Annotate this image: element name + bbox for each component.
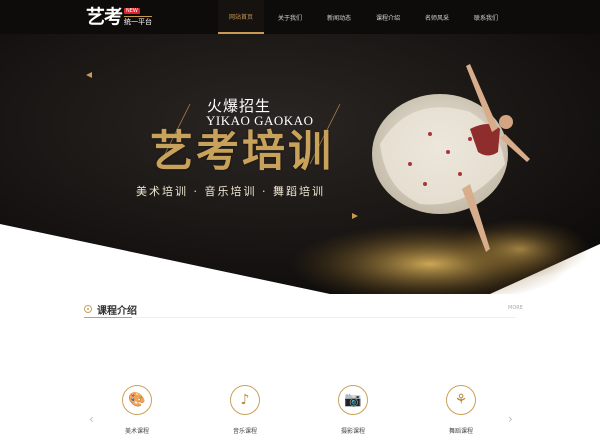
music-note-icon: ♪ bbox=[230, 385, 260, 415]
hero-subjects: 美术培训 · 音乐培训 · 舞蹈培训 bbox=[136, 185, 325, 198]
nav-item-news[interactable]: 新闻动态 bbox=[316, 0, 362, 34]
site-logo[interactable]: 艺考 NEW 统一平台 bbox=[86, 6, 153, 30]
nav-item-home[interactable]: 网站首页 bbox=[218, 0, 264, 34]
main-menu: 网站首页 关于我们 新闻动态 课程介绍 名师风采 联系我们 bbox=[218, 0, 512, 34]
course-label: 美术课程 bbox=[124, 428, 149, 435]
hero-text-layer: 火爆招生 YIKAO GAOKAO 艺考培训 美术培训 · 音乐培训 · 舞蹈培… bbox=[0, 34, 600, 294]
section-title: 课程介绍 bbox=[97, 306, 137, 317]
hero-banner[interactable]: 火爆招生 YIKAO GAOKAO 艺考培训 美术培训 · 音乐培训 · 舞蹈培… bbox=[0, 34, 600, 294]
camera-icon: 📷 bbox=[338, 385, 368, 415]
section-title-underline bbox=[84, 317, 132, 318]
course-label: 舞蹈课程 bbox=[448, 428, 473, 435]
course-item-art[interactable]: 🎨 美术课程 bbox=[107, 385, 167, 435]
nav-item-contact[interactable]: 联系我们 bbox=[463, 0, 509, 34]
course-item-dance[interactable]: ⚘ 舞蹈课程 bbox=[431, 385, 491, 435]
more-link[interactable]: MORE bbox=[508, 305, 523, 311]
hero-title: 艺考培训 bbox=[150, 127, 334, 177]
nav-item-about[interactable]: 关于我们 bbox=[267, 0, 313, 34]
section-bullet-icon bbox=[84, 305, 92, 313]
logo-tagline: 统一平台 bbox=[124, 16, 153, 26]
top-nav: 艺考 NEW 统一平台 网站首页 关于我们 新闻动态 课程介绍 名师风采 联系我… bbox=[0, 0, 600, 34]
logo-side: NEW 统一平台 bbox=[124, 6, 153, 27]
logo-main-text: 艺考 bbox=[86, 6, 123, 28]
dance-icon: ⚘ bbox=[446, 385, 476, 415]
section-divider bbox=[136, 317, 516, 318]
course-section-header: 课程介绍 bbox=[80, 300, 520, 320]
nav-item-courses[interactable]: 课程介绍 bbox=[365, 0, 411, 34]
nav-item-teachers[interactable]: 名师风采 bbox=[414, 0, 460, 34]
course-item-music[interactable]: ♪ 音乐课程 bbox=[215, 385, 275, 435]
course-list: 🎨 美术课程 ♪ 音乐课程 📷 摄影课程 ⚘ 舞蹈课程 bbox=[0, 385, 600, 442]
palette-icon: 🎨 bbox=[122, 385, 152, 415]
new-badge: NEW bbox=[124, 8, 140, 14]
course-label: 摄影课程 bbox=[340, 428, 365, 435]
course-label: 音乐课程 bbox=[232, 428, 257, 435]
course-item-photography[interactable]: 📷 摄影课程 bbox=[323, 385, 383, 435]
